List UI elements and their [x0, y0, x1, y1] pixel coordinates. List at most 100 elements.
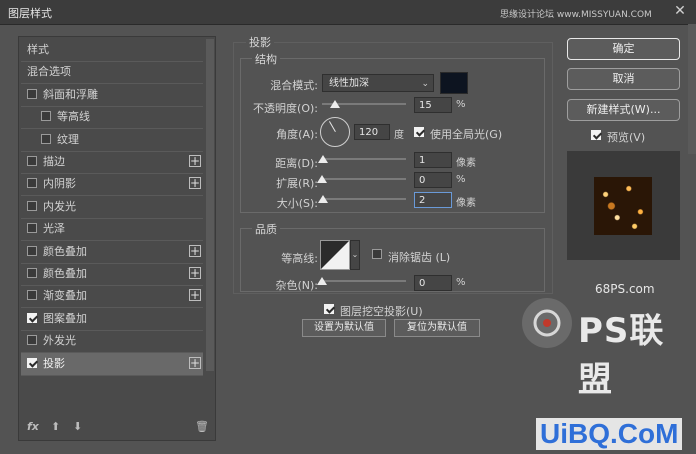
watermark-brand: PS联盟 — [578, 311, 665, 400]
make-default-button[interactable]: 设置为默认值 — [302, 319, 386, 337]
title-bar: 图层样式 思缘设计论坛 www.MISSYUAN.COM ✕ — [0, 0, 696, 25]
angle-unit: 度 — [394, 130, 404, 141]
style-enable-checkbox[interactable] — [27, 223, 37, 234]
blend-mode-value: 线性加深 — [329, 78, 369, 89]
distance-input[interactable]: 1 — [414, 152, 452, 168]
style-enable-checkbox[interactable] — [27, 245, 37, 256]
style-list-item[interactable]: 颜色叠加 + — [21, 241, 203, 264]
preview-checkbox[interactable] — [591, 130, 601, 140]
quality-title: 品质 — [252, 221, 280, 237]
watermark-site: 68PS.com — [595, 282, 655, 296]
style-list-label: 等高线 — [57, 110, 90, 124]
angle-label: 角度(A): — [276, 128, 318, 141]
add-effect-icon[interactable]: + — [189, 289, 201, 302]
angle-input[interactable]: 120 — [354, 124, 390, 140]
spread-input[interactable]: 0 — [414, 172, 452, 188]
blend-mode-select[interactable]: 线性加深 ⌄ — [322, 74, 434, 92]
style-list-label: 混合选项 — [27, 65, 71, 79]
slider-thumb[interactable] — [317, 175, 327, 183]
distance-slider[interactable] — [322, 158, 406, 160]
spread-slider[interactable] — [322, 178, 406, 180]
style-enable-checkbox[interactable] — [27, 312, 37, 323]
style-list-panel: 样式 混合选项 斜面和浮雕 等高线 纹理 描边 + 内阴影 + 内发光 光泽 颜色叠加 + 颜色叠加 + 渐变… — [18, 36, 216, 441]
style-list-item[interactable]: 内阴影 + — [21, 173, 203, 197]
add-effect-icon[interactable]: + — [189, 244, 201, 257]
style-list-item[interactable]: 等高线 — [21, 106, 203, 130]
style-list-item[interactable]: 描边 + — [21, 151, 203, 174]
slider-thumb[interactable] — [317, 195, 328, 203]
size-slider[interactable] — [322, 198, 406, 200]
style-list-item[interactable]: 样式 — [21, 39, 203, 62]
noise-slider[interactable] — [322, 280, 406, 282]
style-enable-checkbox[interactable] — [27, 335, 37, 346]
fx-menu-icon[interactable]: fx — [27, 420, 39, 433]
style-enable-checkbox[interactable] — [27, 290, 37, 301]
shadow-color-swatch[interactable] — [440, 72, 468, 94]
style-list-label: 纹理 — [57, 132, 79, 146]
style-enable-checkbox[interactable] — [27, 156, 37, 166]
add-effect-icon[interactable]: + — [189, 356, 201, 369]
style-enable-checkbox[interactable] — [27, 88, 37, 99]
noise-input[interactable]: 0 — [414, 275, 452, 291]
style-enable-checkbox[interactable] — [27, 178, 37, 189]
style-list-label: 渐变叠加 — [43, 289, 87, 303]
add-effect-icon[interactable]: + — [189, 155, 201, 167]
delete-icon[interactable]: 🗑 — [195, 420, 209, 433]
slider-thumb[interactable] — [329, 100, 340, 108]
contour-dropdown-icon[interactable]: ⌄ — [350, 240, 360, 270]
style-list-label: 图案叠加 — [43, 311, 87, 325]
style-list-item[interactable]: 光泽 — [21, 218, 203, 242]
move-up-icon[interactable]: ⬆ — [51, 420, 60, 433]
close-icon[interactable]: ✕ — [672, 3, 688, 19]
style-list-label: 外发光 — [43, 334, 76, 348]
style-list-item[interactable]: 内发光 — [21, 196, 203, 219]
style-list-item[interactable]: 外发光 — [21, 330, 203, 354]
style-list-label: 光泽 — [43, 222, 65, 236]
noise-label: 杂色(N): — [275, 279, 318, 292]
preview-box — [567, 151, 680, 260]
add-effect-icon[interactable]: + — [189, 267, 201, 279]
slider-thumb[interactable] — [317, 277, 327, 285]
style-list-item[interactable]: 混合选项 — [21, 61, 203, 85]
spread-unit: % — [456, 174, 466, 185]
style-list-item[interactable]: 颜色叠加 + — [21, 263, 203, 286]
style-list-item[interactable]: 纹理 — [21, 129, 203, 152]
ps-logo-icon — [522, 298, 572, 348]
style-list-item[interactable]: 图案叠加 — [21, 308, 203, 331]
style-enable-checkbox[interactable] — [41, 111, 51, 122]
style-list-item[interactable]: 渐变叠加 + — [21, 285, 203, 309]
global-light-label: 使用全局光(G) — [430, 128, 503, 141]
style-list-label: 斜面和浮雕 — [43, 87, 98, 101]
contour-picker[interactable] — [320, 240, 350, 270]
style-list-label: 投影 — [43, 356, 65, 370]
knockout-label: 图层挖空投影(U) — [340, 305, 423, 318]
style-enable-checkbox[interactable] — [27, 357, 37, 368]
slider-thumb[interactable] — [317, 155, 328, 163]
move-down-icon[interactable]: ⬇ — [73, 420, 82, 433]
style-enable-checkbox[interactable] — [27, 200, 37, 211]
ok-button[interactable]: 确定 — [567, 38, 680, 60]
preview-thumbnail — [594, 177, 652, 235]
global-light-checkbox[interactable] — [414, 127, 424, 137]
antialias-checkbox[interactable] — [372, 249, 382, 259]
spread-label: 扩展(R): — [276, 177, 318, 190]
knockout-checkbox[interactable] — [324, 304, 334, 314]
add-effect-icon[interactable]: + — [189, 177, 201, 190]
style-list-item[interactable]: 斜面和浮雕 — [21, 84, 203, 107]
style-list-label: 样式 — [27, 43, 49, 56]
structure-title: 结构 — [252, 51, 280, 67]
style-list-label: 内阴影 — [43, 177, 76, 191]
style-list-item[interactable]: 投影 + — [21, 352, 203, 376]
angle-dial[interactable] — [320, 117, 350, 147]
style-enable-checkbox[interactable] — [41, 133, 51, 144]
dialog-scrollbar[interactable] — [688, 24, 696, 154]
reset-default-button[interactable]: 复位为默认值 — [394, 319, 480, 337]
blend-mode-label: 混合模式: — [270, 79, 318, 92]
new-style-button[interactable]: 新建样式(W)... — [567, 99, 680, 121]
style-enable-checkbox[interactable] — [27, 268, 37, 278]
list-scrollbar[interactable] — [206, 39, 214, 371]
opacity-unit: % — [456, 99, 466, 110]
opacity-input[interactable]: 15 — [414, 97, 452, 113]
size-input[interactable]: 2 — [414, 192, 452, 208]
cancel-button[interactable]: 取消 — [567, 68, 680, 90]
